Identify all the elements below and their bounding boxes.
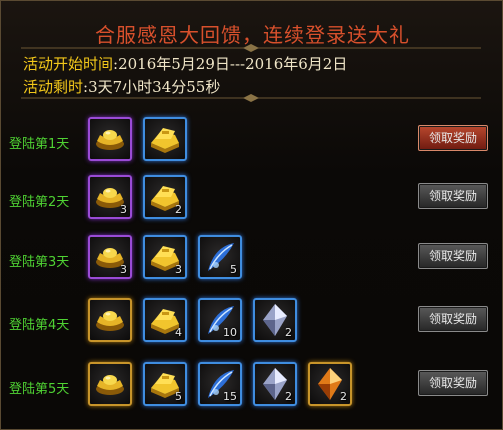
reward-row-day-2: 登陆第2天 3 2 领取奖励 — [1, 171, 503, 227]
item-count: 5 — [175, 390, 182, 403]
reward-item-slot[interactable] — [88, 298, 132, 342]
start-time-label: 活动开始时间 — [23, 55, 114, 73]
reward-item-slot[interactable]: 5 — [143, 362, 187, 406]
reward-row-day-4: 登陆第4天 4 10 2 领取奖励 — [1, 294, 503, 350]
item-count: 15 — [223, 390, 237, 403]
reward-item-slot[interactable]: 3 — [143, 235, 187, 279]
reward-item-slot[interactable]: 2 — [253, 298, 297, 342]
reward-item-slot[interactable]: 2 — [308, 362, 352, 406]
reward-item-slot[interactable]: 4 — [143, 298, 187, 342]
reward-item-slot[interactable] — [88, 117, 132, 161]
day-label: 登陆第2天 — [9, 195, 70, 210]
claim-reward-button[interactable]: 领取奖励 — [418, 370, 488, 396]
item-count: 10 — [223, 326, 237, 339]
item-count: 3 — [120, 203, 127, 216]
reward-item-slot[interactable]: 2 — [143, 175, 187, 219]
claim-reward-button[interactable]: 领取奖励 — [418, 243, 488, 269]
reward-item-slot[interactable]: 10 — [198, 298, 242, 342]
reward-row-day-1: 登陆第1天 领取奖励 — [1, 113, 503, 169]
reward-row-day-3: 登陆第3天 3 3 5 领取奖励 — [1, 231, 503, 287]
reward-item-slot[interactable]: 2 — [253, 362, 297, 406]
reward-item-slot[interactable] — [143, 117, 187, 161]
day-label: 登陆第3天 — [9, 255, 70, 270]
item-count: 3 — [175, 263, 182, 276]
claim-reward-button[interactable]: 领取奖励 — [418, 183, 488, 209]
start-time-value: :2016年5月29日---2016年6月2日 — [113, 55, 348, 73]
reward-row-day-5: 登陆第5天 5 15 2 2 领取奖励 — [1, 358, 503, 414]
item-count: 3 — [120, 263, 127, 276]
day-label: 登陆第1天 — [9, 137, 70, 152]
start-time-line: 活动开始时间:2016年5月29日---2016年6月2日 — [23, 53, 347, 74]
divider-ornament-top — [21, 44, 481, 52]
item-count: 2 — [285, 326, 292, 339]
reward-item-slot[interactable] — [88, 362, 132, 406]
day-label: 登陆第4天 — [9, 318, 70, 333]
reward-item-slot[interactable]: 3 — [88, 235, 132, 279]
item-count: 2 — [340, 390, 347, 403]
reward-item-slot[interactable]: 15 — [198, 362, 242, 406]
claim-reward-button[interactable]: 领取奖励 — [418, 306, 488, 332]
claim-reward-button[interactable]: 领取奖励 — [418, 125, 488, 151]
divider-ornament-bottom — [21, 94, 481, 102]
item-count: 2 — [285, 390, 292, 403]
reward-item-slot[interactable]: 3 — [88, 175, 132, 219]
item-count: 5 — [230, 263, 237, 276]
item-count: 4 — [175, 326, 182, 339]
login-reward-panel: 合服感恩大回馈，连续登录送大礼 活动开始时间:2016年5月29日---2016… — [0, 0, 503, 430]
reward-item-slot[interactable]: 5 — [198, 235, 242, 279]
day-label: 登陆第5天 — [9, 382, 70, 397]
item-count: 2 — [175, 203, 182, 216]
